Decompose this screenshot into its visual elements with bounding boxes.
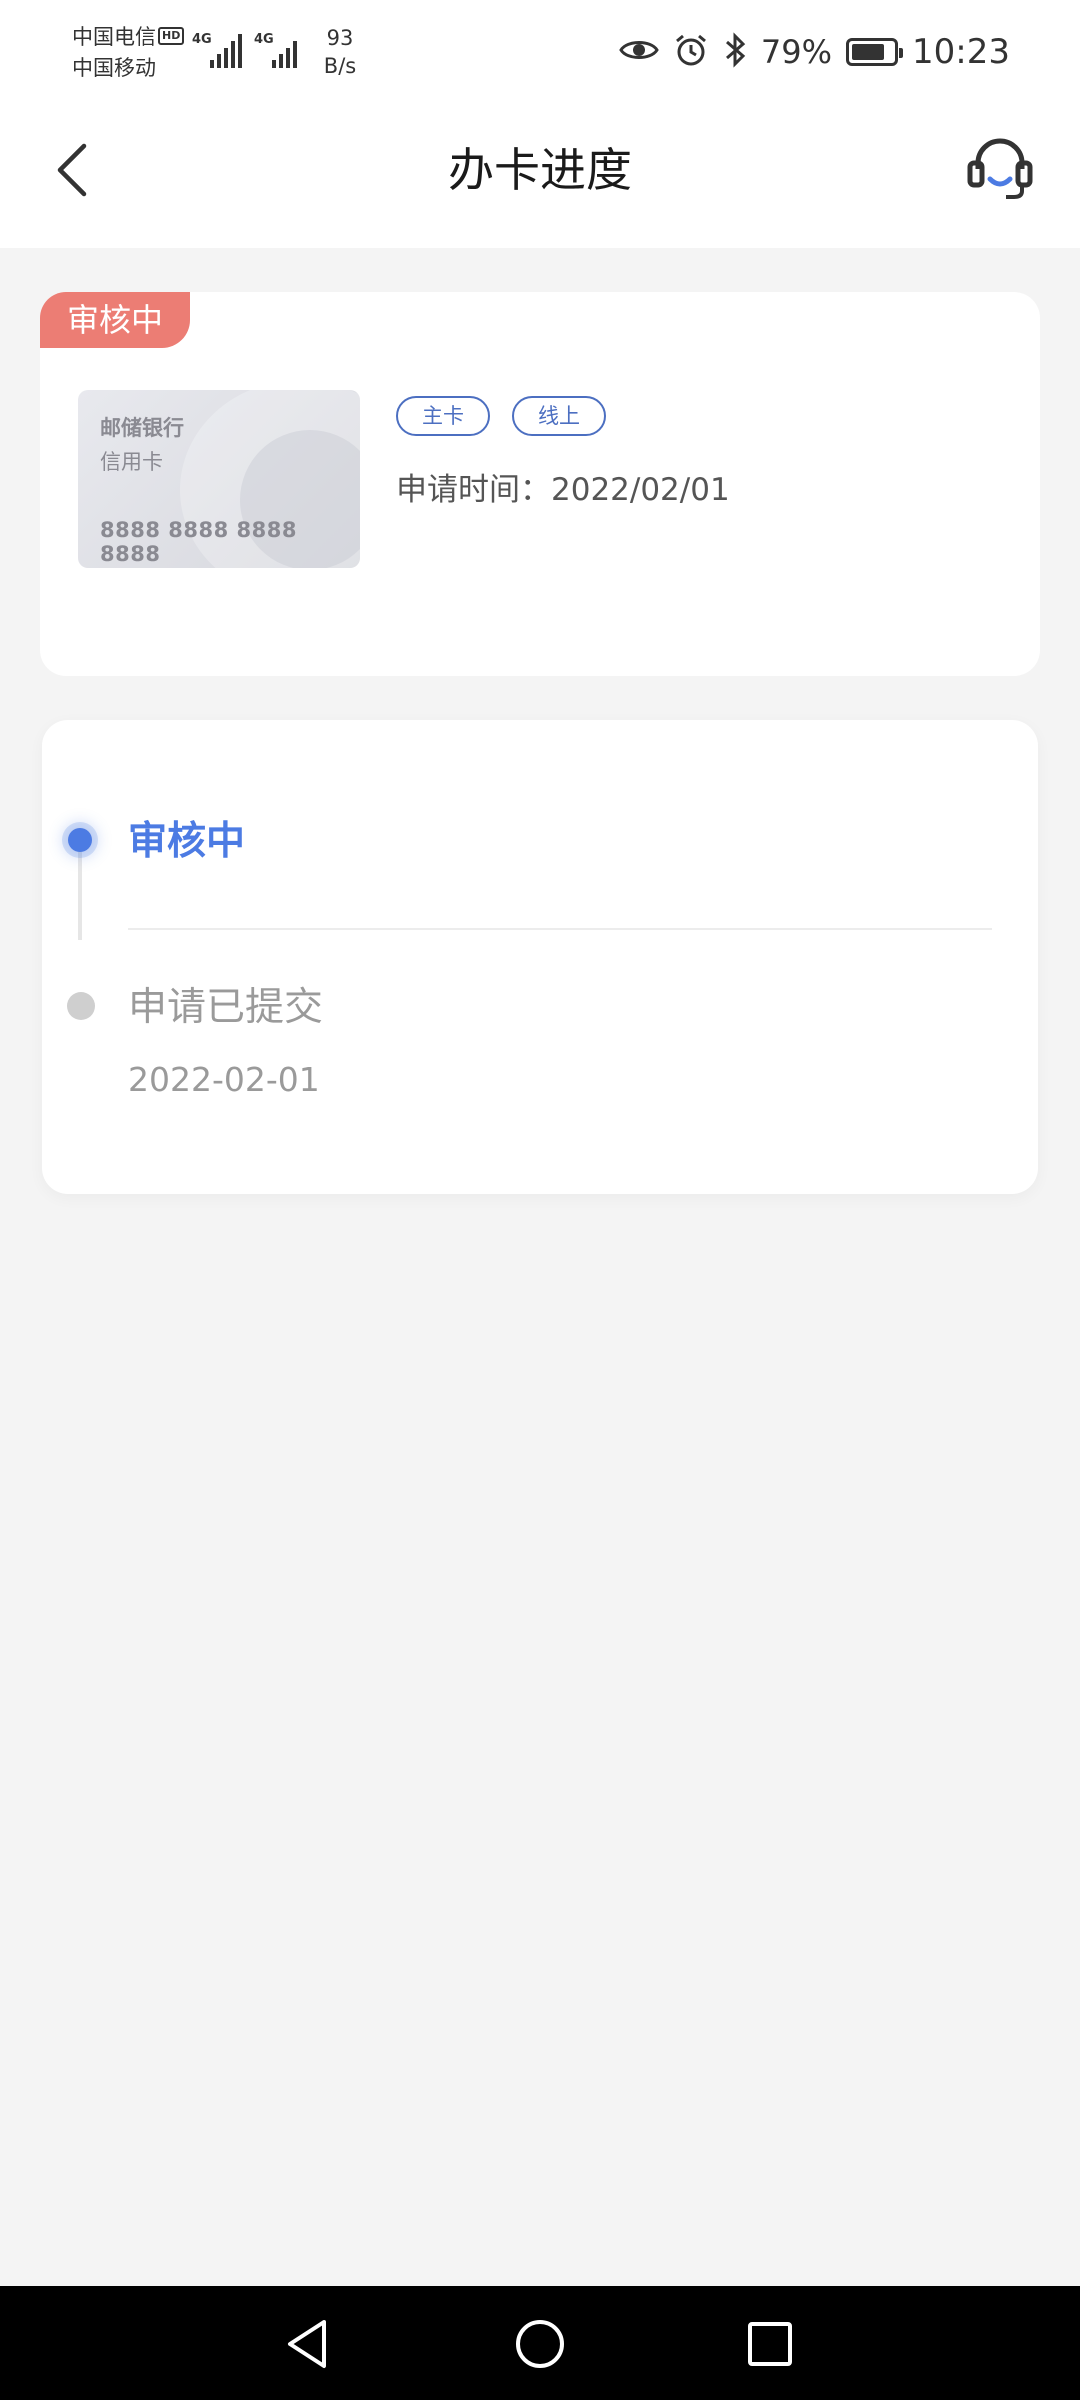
- network-speed-value: 93: [326, 26, 354, 50]
- clock-time: 10:23: [912, 32, 1010, 72]
- battery-percent: 79%: [760, 33, 833, 71]
- battery-icon: [846, 38, 904, 66]
- network-type-1: 4G: [192, 32, 212, 47]
- network-speed: 93 B/s: [320, 24, 360, 80]
- card-bank-name: 邮储银行: [100, 416, 184, 440]
- divider: [128, 928, 992, 930]
- signal-strength-icon: 4G: [192, 28, 242, 68]
- apply-time: 申请时间：2022/02/01: [396, 472, 730, 508]
- system-back-button[interactable]: [276, 2312, 340, 2376]
- tag-primary-card: 主卡: [396, 396, 490, 436]
- card-number: 8888 8888 8888 8888: [100, 518, 297, 566]
- page-title: 办卡进度: [448, 143, 632, 197]
- customer-service-button[interactable]: [960, 128, 1040, 208]
- system-nav-bar: [0, 2286, 1080, 2400]
- system-recents-button[interactable]: [738, 2312, 802, 2376]
- timeline-dot-active: [68, 828, 92, 852]
- credit-card-image: 邮储银行 信用卡 8888 8888 8888 8888: [78, 390, 360, 568]
- carrier-info: 中国电信 HD 中国移动: [72, 22, 185, 84]
- card-type-label: 信用卡: [100, 450, 163, 474]
- square-recents-icon: [748, 2322, 792, 2366]
- hd-badge: HD: [158, 27, 185, 45]
- timeline-dot-inactive: [67, 992, 95, 1020]
- system-home-button[interactable]: [508, 2312, 572, 2376]
- alarm-icon: [673, 32, 709, 72]
- network-type-2: 4G: [254, 32, 274, 47]
- carrier-1-name: 中国电信: [72, 25, 156, 49]
- signal-strength-icon: 4G: [254, 28, 297, 68]
- status-badge: 审核中: [40, 292, 190, 348]
- timeline-step-submitted: 申请已提交: [128, 985, 324, 1030]
- status-icons: 79% 10:23: [619, 24, 1010, 80]
- card-tags: 主卡 线上: [396, 396, 606, 436]
- eye-icon: [619, 36, 659, 68]
- network-speed-unit: B/s: [323, 54, 357, 78]
- circle-home-icon: [516, 2320, 564, 2368]
- progress-timeline: 审核中 申请已提交 2022-02-01: [42, 720, 1038, 1194]
- timeline-step-date: 2022-02-01: [128, 1060, 320, 1099]
- timeline-connector: [78, 840, 82, 940]
- carrier-2-name: 中国移动: [72, 56, 156, 80]
- headset-icon: [967, 138, 1033, 199]
- bluetooth-icon: [723, 32, 747, 72]
- card-summary-panel[interactable]: 审核中 邮储银行 信用卡 8888 8888 8888 8888 主卡 线上 申…: [40, 292, 1040, 676]
- timeline-step-current: 审核中: [128, 819, 246, 864]
- triangle-back-icon: [288, 2320, 326, 2368]
- tag-online: 线上: [512, 396, 606, 436]
- status-bar: 中国电信 HD 中国移动 4G 4G 93 B/s 79% 10:23: [0, 0, 1080, 104]
- nav-bar: 办卡进度: [0, 104, 1080, 248]
